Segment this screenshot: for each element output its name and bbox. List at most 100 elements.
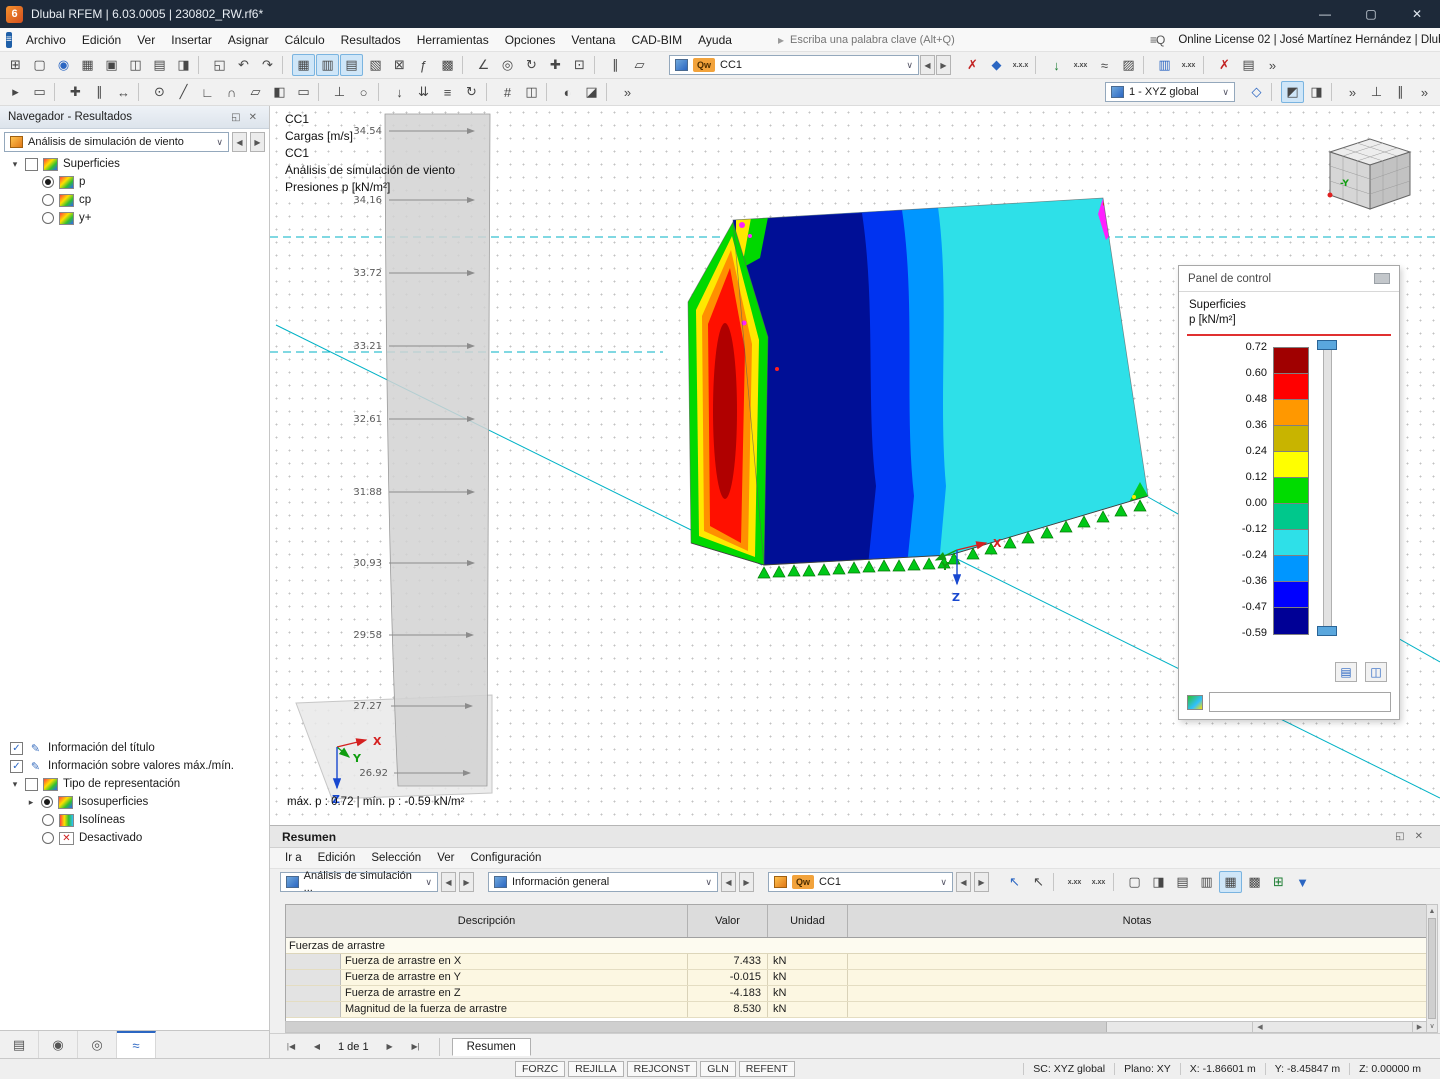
prev-section-button[interactable]: ◀ bbox=[721, 872, 736, 892]
separator[interactable] bbox=[1203, 56, 1210, 74]
separator[interactable] bbox=[1113, 873, 1120, 891]
overflow-icon[interactable]: » bbox=[616, 81, 639, 103]
isolineas-radio[interactable] bbox=[42, 814, 54, 826]
scrollbar-thumb[interactable] bbox=[1428, 918, 1436, 1019]
surface-icon[interactable]: ▱ bbox=[244, 81, 267, 103]
separator[interactable] bbox=[606, 83, 613, 101]
views-navigator-tab[interactable]: ◎ bbox=[78, 1031, 117, 1058]
overflow-icon[interactable]: » bbox=[1261, 54, 1284, 76]
select-box-icon[interactable]: ▭ bbox=[28, 81, 51, 103]
render-solid-icon[interactable]: ◩ bbox=[1281, 81, 1304, 103]
arrange-icon[interactable]: ∥ bbox=[1389, 81, 1412, 103]
display-properties-icon[interactable]: ▨ bbox=[1117, 54, 1140, 76]
excel-export-icon[interactable]: ⊞ bbox=[1267, 871, 1290, 893]
sheet-print-icon[interactable]: ▤ bbox=[1171, 871, 1194, 893]
prev-case-button[interactable]: ◀ bbox=[956, 872, 971, 892]
column-header[interactable]: Notas bbox=[848, 905, 1426, 937]
arc-icon[interactable]: ∩ bbox=[220, 81, 243, 103]
superficies-checkbox[interactable] bbox=[25, 158, 38, 171]
values-on-surfaces-icon[interactable]: x.xx bbox=[1177, 54, 1200, 76]
table-row[interactable]: Magnitud de la fuerza de arrastre 8.530 … bbox=[286, 1002, 1426, 1018]
grid-view-icon[interactable]: ▩ bbox=[1243, 871, 1266, 893]
tree-item-superficies[interactable]: ▾ Superficies bbox=[0, 155, 269, 173]
prev-result-button[interactable]: ◀ bbox=[441, 872, 456, 892]
table-close-icon[interactable]: ⊠ bbox=[388, 54, 411, 76]
scroll-down-icon[interactable]: ∨ bbox=[1427, 1019, 1437, 1032]
float-panel-icon[interactable]: ◱ bbox=[1390, 831, 1409, 842]
print-graphic2-icon[interactable]: ▤ bbox=[1237, 54, 1260, 76]
table-row[interactable]: Fuerza de arrastre en X 7.433 kN bbox=[286, 954, 1426, 970]
visibility-icon[interactable]: ◐ bbox=[556, 81, 579, 103]
info-title-checkbox[interactable]: ✓ bbox=[10, 742, 23, 755]
moment-load-icon[interactable]: ↻ bbox=[460, 81, 483, 103]
model-viewport[interactable]: 34.54 34.16 33.72 33.21 32.61 31.88 30.9… bbox=[270, 106, 1440, 825]
table-results-icon[interactable]: ▤ bbox=[340, 54, 363, 76]
hinge-icon[interactable]: ○ bbox=[352, 81, 375, 103]
scrollbar-thumb[interactable] bbox=[286, 1022, 1107, 1032]
dimension-icon[interactable]: ↔ bbox=[112, 81, 135, 103]
separator[interactable] bbox=[282, 56, 289, 74]
cp-radio[interactable] bbox=[42, 194, 54, 206]
overflow3-icon[interactable]: » bbox=[1413, 81, 1436, 103]
mesh-icon[interactable]: # bbox=[496, 81, 519, 103]
table-settings-icon[interactable]: ▩ bbox=[436, 54, 459, 76]
tree-item-representation[interactable]: ▾ Tipo de representación bbox=[0, 775, 269, 793]
search-commands-icon[interactable]: ≡Q bbox=[1150, 33, 1164, 47]
paste-icon[interactable]: ▣ bbox=[100, 54, 123, 76]
show-results-icon[interactable]: ◆ bbox=[985, 54, 1008, 76]
table-view-icon[interactable]: ▦ bbox=[292, 54, 315, 76]
menu-item[interactable]: Ventana bbox=[563, 30, 623, 50]
first-page-button[interactable]: |◀ bbox=[280, 1038, 302, 1056]
sheet-delete-icon[interactable]: ▥ bbox=[1195, 871, 1218, 893]
show-loads-icon[interactable]: ↓ bbox=[1045, 54, 1068, 76]
work-plane-icon[interactable]: ▱ bbox=[628, 54, 651, 76]
table-fx-icon[interactable]: ƒ bbox=[412, 54, 435, 76]
menu-item[interactable]: Ver bbox=[129, 30, 163, 50]
scroll-left-icon[interactable]: ◀ bbox=[1252, 1022, 1266, 1032]
result-values-icon[interactable]: x.x.x bbox=[1009, 54, 1032, 76]
render-wire-icon[interactable]: ◨ bbox=[1305, 81, 1328, 103]
table-row[interactable]: Fuerza de arrastre en Y -0.015 kN bbox=[286, 970, 1426, 986]
expander-icon[interactable]: ▸ bbox=[26, 797, 36, 808]
support-icon[interactable]: ⊥ bbox=[328, 81, 351, 103]
surface-load-icon[interactable]: ≡ bbox=[436, 81, 459, 103]
info-section-combo[interactable]: Información general ∨ bbox=[488, 872, 718, 892]
overflow2-icon[interactable]: » bbox=[1341, 81, 1364, 103]
line-icon[interactable]: ╱ bbox=[172, 81, 195, 103]
representation-checkbox[interactable] bbox=[25, 778, 38, 791]
undo-icon[interactable]: ↶ bbox=[232, 54, 255, 76]
new-model-icon[interactable]: ⊞ bbox=[4, 54, 27, 76]
status-toggle[interactable]: GLN bbox=[700, 1061, 736, 1077]
p-radio[interactable] bbox=[42, 176, 54, 188]
close-button[interactable]: ✕ bbox=[1394, 0, 1440, 28]
snap-settings-icon[interactable]: ⊡ bbox=[568, 54, 591, 76]
tree-item-yplus[interactable]: y+ bbox=[0, 209, 269, 227]
next-page-button[interactable]: ▶ bbox=[379, 1038, 401, 1056]
separator[interactable] bbox=[1331, 83, 1338, 101]
prev-category-button[interactable]: ◀ bbox=[232, 132, 247, 152]
result-category-combo[interactable]: Análisis de simulación de viento ∨ bbox=[4, 132, 229, 152]
separator[interactable] bbox=[1053, 873, 1060, 891]
status-toggle[interactable]: REFENT bbox=[739, 1061, 795, 1077]
prev-page-button[interactable]: ◀ bbox=[306, 1038, 328, 1056]
result-type-combo[interactable]: Análisis de simulación ... ∨ bbox=[280, 872, 438, 892]
minimize-button[interactable]: — bbox=[1302, 0, 1348, 28]
control-panel[interactable]: Panel de control Superficies p [kN/m²] 0… bbox=[1178, 265, 1400, 720]
status-toggle[interactable]: REJCONST bbox=[627, 1061, 698, 1077]
view-isometric-icon[interactable]: ◇ bbox=[1245, 81, 1268, 103]
node-icon[interactable]: ⊙ bbox=[148, 81, 171, 103]
solid-icon[interactable]: ◧ bbox=[268, 81, 291, 103]
tree-item-info-maxmin[interactable]: ✓ ✎ Información sobre valores máx./mín. bbox=[0, 757, 269, 775]
table-manager-icon[interactable]: ▥ bbox=[316, 54, 339, 76]
pointer-link-icon[interactable]: ↖ bbox=[1003, 871, 1026, 893]
legend-slider-handle-bottom[interactable] bbox=[1317, 626, 1337, 636]
color-scale-icon[interactable]: ▥ bbox=[1153, 54, 1176, 76]
sheet-new-icon[interactable]: ▢ bbox=[1123, 871, 1146, 893]
separator[interactable] bbox=[594, 56, 601, 74]
table-image-icon[interactable]: ▧ bbox=[364, 54, 387, 76]
menu-item[interactable]: Insertar bbox=[163, 30, 220, 50]
close-panel-icon[interactable]: ✕ bbox=[245, 112, 261, 123]
filter-icon[interactable]: ▼ bbox=[1291, 871, 1314, 893]
coordinate-system-combo[interactable]: 1 - XYZ global ∨ bbox=[1105, 82, 1235, 102]
separator[interactable] bbox=[318, 83, 325, 101]
